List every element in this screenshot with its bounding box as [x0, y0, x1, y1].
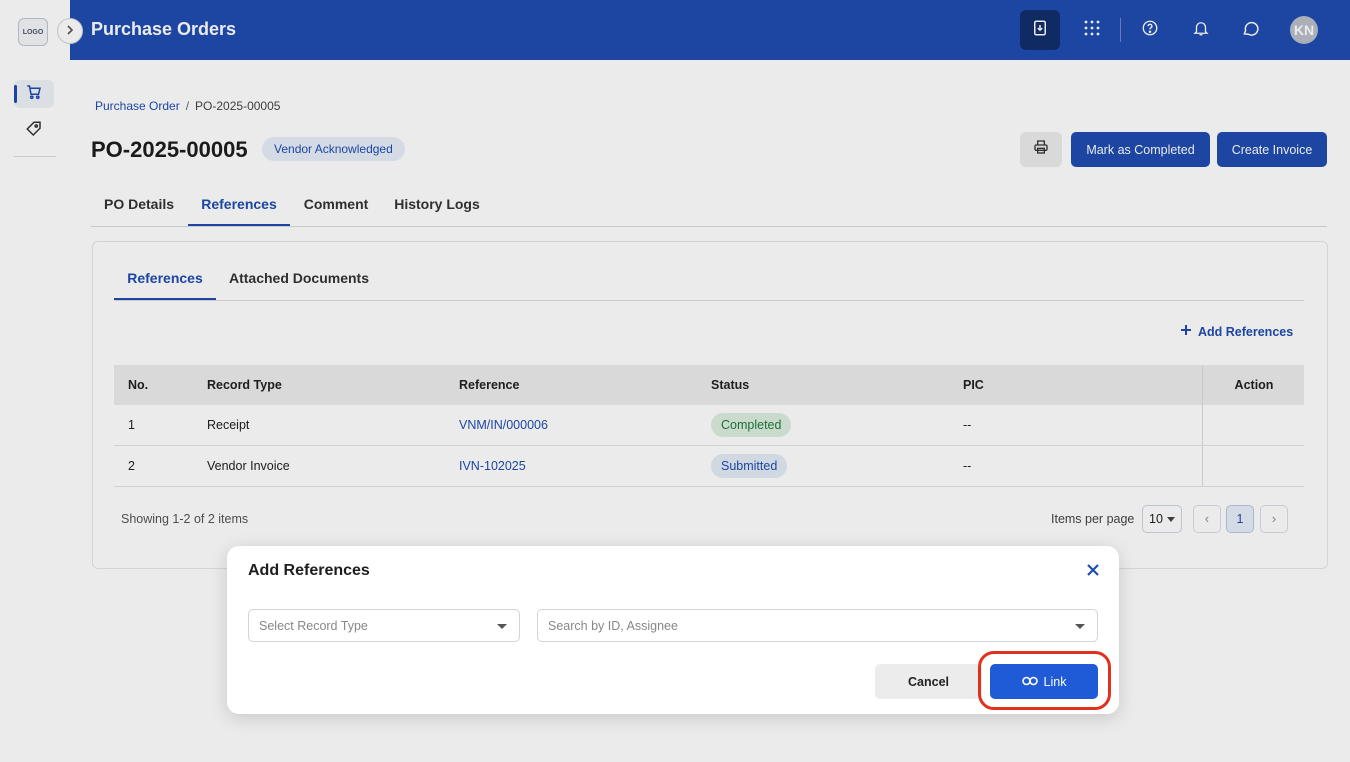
reference-search-select[interactable]: Search by ID, Assignee: [537, 609, 1098, 642]
record-type-select[interactable]: Select Record Type: [248, 609, 520, 642]
link-button-label: Link: [1043, 674, 1067, 689]
cancel-button[interactable]: Cancel: [875, 664, 982, 699]
chevron-down-icon: [1075, 624, 1085, 629]
link-icon: [1021, 675, 1038, 689]
dialog-title: Add References: [248, 562, 370, 579]
reference-search-placeholder: Search by ID, Assignee: [548, 618, 678, 633]
link-button[interactable]: Link: [990, 664, 1098, 699]
chevron-down-icon: [497, 624, 507, 629]
record-type-placeholder: Select Record Type: [259, 618, 368, 633]
close-icon: [1086, 563, 1100, 582]
close-button[interactable]: [1083, 562, 1103, 582]
add-references-dialog: Add References Select Record Type Search…: [227, 546, 1119, 714]
